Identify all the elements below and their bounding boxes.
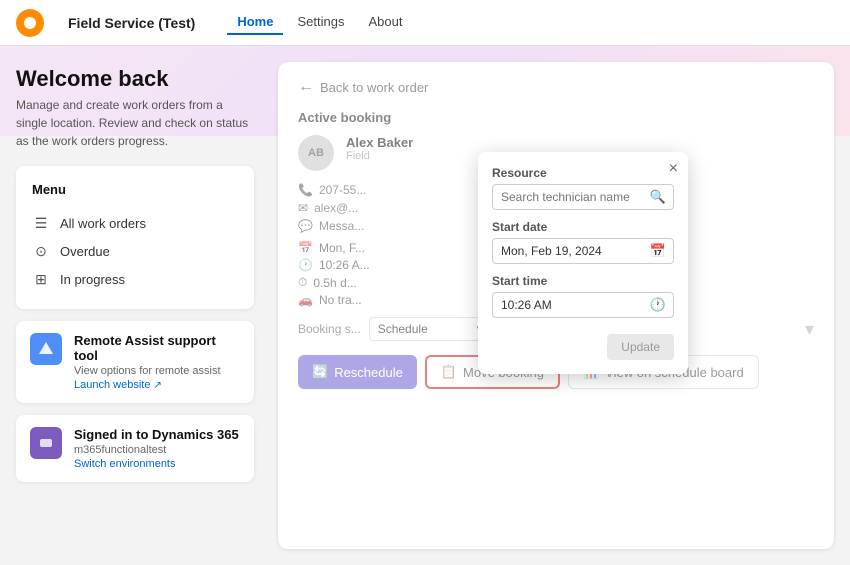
dynamics-info: Signed in to Dynamics 365 m365functional… — [74, 427, 240, 470]
menu-item-all-work-orders[interactable]: ☰ All work orders — [32, 209, 238, 237]
menu-item-in-progress[interactable]: ⊞ In progress — [32, 265, 238, 293]
nav-links: Home Settings About — [227, 10, 412, 35]
resource-label: Resource — [492, 166, 674, 180]
technician-search-input[interactable] — [492, 184, 674, 210]
calendar-picker-icon: 📅 — [650, 243, 666, 259]
in-progress-icon: ⊞ — [32, 270, 50, 288]
all-work-orders-icon: ☰ — [32, 214, 50, 232]
search-wrapper: 🔍 — [492, 184, 674, 210]
work-order-card: ← Back to work order Active booking AB A… — [278, 62, 834, 549]
remote-assist-icon — [30, 333, 62, 365]
update-button[interactable]: Update — [607, 334, 674, 360]
dynamics-icon — [30, 427, 62, 459]
menu-title: Menu — [32, 182, 238, 197]
remote-assist-card: Remote Assist support tool View options … — [16, 321, 254, 403]
welcome-title: Welcome back — [16, 66, 254, 92]
remote-assist-info: Remote Assist support tool View options … — [74, 333, 240, 391]
overdue-icon: ⊙ — [32, 242, 50, 260]
remote-assist-link[interactable]: Launch website ↗ — [74, 379, 240, 391]
nav-settings[interactable]: Settings — [287, 10, 354, 35]
date-wrapper: 📅 — [492, 238, 674, 264]
search-icon: 🔍 — [650, 189, 666, 205]
modal-resource-section: Resource 🔍 — [492, 166, 674, 210]
start-time-input[interactable] — [492, 292, 674, 318]
switch-environments-link[interactable]: Switch environments — [74, 458, 240, 470]
start-date-input[interactable] — [492, 238, 674, 264]
dynamics-name: Signed in to Dynamics 365 — [74, 427, 240, 442]
nav-about[interactable]: About — [358, 10, 412, 35]
app-logo — [16, 9, 44, 37]
start-time-label: Start time — [492, 274, 674, 288]
logo-icon — [24, 17, 36, 29]
nav-home[interactable]: Home — [227, 10, 283, 35]
start-date-label: Start date — [492, 220, 674, 234]
main-wrapper: Welcome back Manage and create work orde… — [0, 46, 850, 565]
remote-assist-desc: View options for remote assist — [74, 365, 240, 377]
content-area: Welcome back Manage and create work orde… — [0, 46, 850, 565]
menu-item-label: All work orders — [60, 216, 146, 231]
modal-start-time-section: Start time 🕐 — [492, 274, 674, 318]
right-panel: ← Back to work order Active booking AB A… — [270, 46, 850, 565]
remote-assist-name: Remote Assist support tool — [74, 333, 240, 363]
menu-card: Menu ☰ All work orders ⊙ Overdue ⊞ In pr… — [16, 166, 254, 309]
dynamics-user: m365functionaltest — [74, 444, 240, 456]
time-wrapper: 🕐 — [492, 292, 674, 318]
menu-item-overdue[interactable]: ⊙ Overdue — [32, 237, 238, 265]
left-panel: Welcome back Manage and create work orde… — [0, 46, 270, 565]
modal-start-date-section: Start date 📅 — [492, 220, 674, 264]
welcome-section: Welcome back Manage and create work orde… — [16, 66, 254, 150]
welcome-description: Manage and create work orders from a sin… — [16, 96, 254, 150]
external-link-icon: ↗ — [153, 380, 161, 391]
menu-item-label: Overdue — [60, 244, 110, 259]
menu-item-label: In progress — [60, 272, 125, 287]
modal-popup: × Resource 🔍 Start date — [478, 152, 688, 374]
dynamics-card: Signed in to Dynamics 365 m365functional… — [16, 415, 254, 482]
top-navigation: Field Service (Test) Home Settings About — [0, 0, 850, 46]
app-name: Field Service (Test) — [68, 15, 195, 31]
clock-picker-icon: 🕐 — [650, 297, 666, 313]
modal-close-button[interactable]: × — [669, 160, 678, 178]
